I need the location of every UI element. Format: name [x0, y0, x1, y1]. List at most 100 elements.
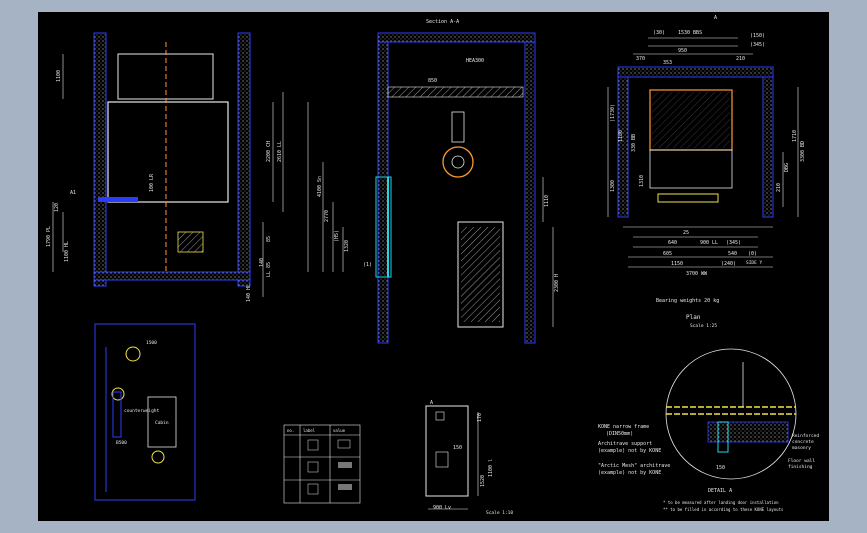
plan-top-dim-8: 353: [663, 60, 672, 66]
left-dim-2: 120: [54, 203, 60, 212]
left-dim-4: 1100 HL: [64, 241, 70, 262]
dim-2300: 2300 H: [554, 274, 560, 292]
detail-label-2b: (example) not by KONE: [598, 448, 661, 454]
left-shaft-wall: [93, 32, 107, 287]
cad-drawing: 1100 120 1790 PL 1100 HL 2200 CH 2610 LL…: [46, 15, 819, 516]
detail-label-4: Reinforced: [792, 433, 819, 439]
right-dim-4: 140: [259, 258, 265, 267]
table-header-1: no.: [287, 428, 294, 433]
left-elevation-view: 1100 120 1790 PL 1100 HL 2200 CH 2610 LL…: [46, 32, 284, 302]
panel-detail-scale: Scale 1:10: [486, 510, 513, 516]
plan-bottom-dim-4: 640: [668, 240, 677, 246]
drawing-canvas[interactable]: 1100 120 1790 PL 1100 HL 2200 CH 2610 LL…: [38, 12, 829, 521]
panel-detail-dim-1: 170: [477, 413, 483, 422]
pit-floor: [93, 271, 251, 281]
plan-top-dim-1: (30): [653, 30, 665, 36]
label-a1: A1: [70, 190, 76, 196]
detail-label-4b: concrete: [792, 439, 814, 445]
detail-a: KONE narrow frame (DIN50mm) Architrave s…: [598, 348, 819, 512]
plan-right-dim-3: DBG: [784, 163, 790, 172]
right-dim-1: 2200 CH: [266, 141, 272, 162]
plan-bottom-dim-6: (0): [748, 251, 757, 257]
dim-850: 850: [428, 78, 437, 84]
plan-top-dim-5: 370: [636, 56, 645, 62]
detail-label-1b: (DIN50mm): [606, 431, 633, 437]
detail-label-5: Floor wall: [788, 458, 815, 464]
motor-mount: [451, 111, 465, 143]
symbol-table: no. label value: [283, 424, 361, 504]
right-dim-6: 140 HL: [246, 284, 252, 302]
plan-title: Plan: [686, 314, 701, 321]
plan-top-dim-7: 210: [736, 56, 745, 62]
detail-wall: [707, 421, 789, 443]
buffer: [177, 231, 204, 253]
panel-label-1: 1500: [146, 340, 157, 346]
plan-top-dim-6: 950: [678, 48, 687, 54]
dim-1320: 1320: [344, 240, 350, 252]
panel-circle-3: [151, 450, 165, 464]
plan-bottom-dim-5: 540: [728, 251, 737, 257]
dim-2770: 2770: [324, 210, 330, 222]
counterweight-fill: [461, 227, 500, 322]
detail-title: DETAIL A: [708, 488, 732, 494]
panel-label-2: B500: [116, 440, 127, 446]
dim-4100: 4100 Sn: [317, 176, 323, 197]
detail-note-1: * to be measured after landing door inst…: [663, 500, 779, 505]
plan-top-dim-2: 1530 BBS: [678, 30, 702, 36]
plan-bottom-dim-10: 3700 WW: [686, 271, 708, 277]
dim-h5: (H5): [334, 230, 340, 242]
plan-right-dim-2: 210: [776, 183, 782, 192]
panel-detail-bottom-dim: 900 Lv: [433, 505, 451, 511]
detail-dim-150: 150: [716, 465, 725, 471]
right-dim-5: LL 85: [266, 262, 272, 277]
plan-back-wall: [617, 66, 774, 78]
detail-label-4c: masonry: [792, 446, 811, 451]
panel-detail: A 170 150 1520 1100 l 900 Lv Scale 1:10: [425, 400, 513, 516]
plan-left-dim-1: (1730): [610, 104, 616, 122]
right-dim-2: 2610 LL: [277, 141, 283, 162]
plan-right-dim-4: 3300 BD: [800, 141, 806, 162]
plan-top-dim-4: (345): [750, 42, 765, 48]
viewer-frame: 1100 120 1790 PL 1100 HL 2200 CH 2610 LL…: [0, 0, 867, 533]
section-roof: [377, 32, 536, 43]
detail-label-2: Architrave support: [598, 441, 652, 447]
detail-note-2: ** to be filled in according to these KO…: [663, 507, 784, 512]
detail-label-1: KONE narrow frame: [598, 424, 649, 430]
section-left-wall: [377, 32, 389, 344]
car-outline: [107, 101, 229, 203]
detail-label-5b: finishing: [788, 464, 813, 470]
left-dim-1: 1100: [56, 70, 62, 82]
plan-right-dim-1: 1710: [792, 130, 798, 142]
panel-detail-dim-3: 1520: [480, 475, 486, 487]
label-100lr: 100 LR: [149, 173, 155, 192]
plan-side: SIDE Y: [746, 260, 763, 266]
plan-top-dim-3: (150): [750, 33, 765, 39]
panel-label-4: Cabin: [155, 420, 169, 426]
plan-bottom-dim-1: 25: [683, 230, 689, 236]
label-small: (1): [363, 262, 372, 268]
dim-1110: 1110: [544, 195, 550, 207]
section-right-wall: [524, 32, 536, 344]
table-header-2: label: [303, 428, 316, 433]
plan-bearing: Bearing weights 20 kg: [656, 298, 719, 304]
panel-detail-label: A: [430, 400, 433, 406]
panel-detail-frame: [425, 405, 469, 497]
detail-label-3b: (example) not by KONE: [598, 470, 661, 476]
plan-left-dim-3: 330 BB: [631, 134, 637, 152]
plan-left-dim-2: 1180: [618, 130, 624, 142]
panel-label-3: counterweight: [124, 408, 160, 414]
section-a-a: Section A-A HEA300 850 4100 Sn 2770 (H5)…: [307, 19, 560, 344]
plan-view: (30) 1530 BBS (150) (345) 370 950 210 35…: [607, 15, 806, 329]
sheave-hub: [451, 155, 465, 169]
detail-label-3: "Arctic Mesh" architrave: [598, 463, 670, 469]
plan-label-a: A: [714, 15, 717, 21]
plan-bottom-dim-3: (345): [726, 240, 741, 246]
panel-detail-dim-4: 1100 l: [488, 459, 494, 477]
plan-bottom-dim-7: 605: [663, 251, 672, 257]
car-panel: 1500 B500 counterweight Cabin: [94, 323, 196, 501]
plan-right-wall: [762, 66, 774, 218]
plan-left-dim-4: 1310: [639, 175, 645, 187]
plan-left-dim-5: 1300: [610, 180, 616, 192]
panel-circle-2: [111, 387, 125, 401]
beam-label: HEA300: [466, 58, 484, 64]
